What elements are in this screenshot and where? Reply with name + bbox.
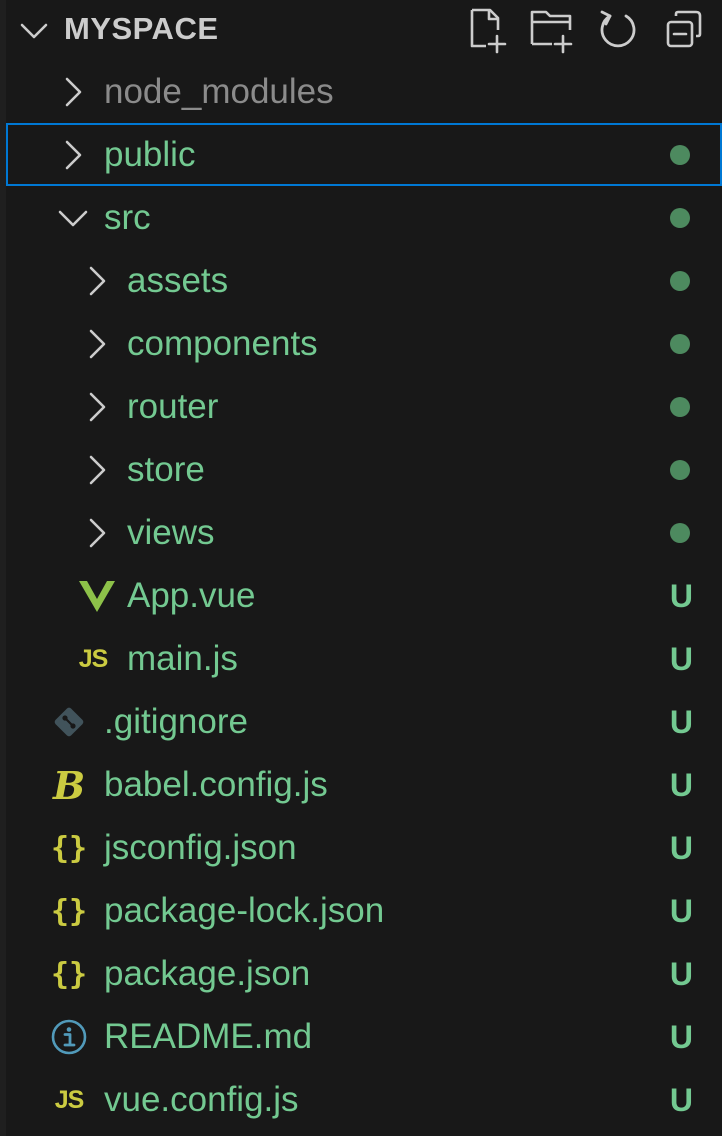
chevron-down-icon[interactable]: [56, 201, 90, 235]
chevron-right-icon[interactable]: [56, 75, 90, 109]
untracked-badge: U: [669, 893, 693, 929]
untracked-badge: U: [669, 1082, 693, 1118]
tree-item-label: babel.config.js: [104, 765, 328, 804]
tree-item-assets[interactable]: assets: [6, 249, 722, 312]
tree-item-label: main.js: [127, 639, 238, 678]
new-file-icon[interactable]: [462, 6, 510, 54]
tree-item-label: router: [127, 387, 219, 426]
untracked-badge: U: [669, 767, 693, 803]
untracked-badge: U: [669, 641, 693, 677]
chevron-right-icon[interactable]: [80, 516, 114, 550]
tree-item-public[interactable]: public: [6, 123, 722, 186]
file-explorer: MYSPACE node_modules public src assets c…: [0, 0, 722, 1136]
tree-item-label: public: [104, 135, 196, 174]
tree-item-readme[interactable]: README.md U: [6, 1005, 722, 1068]
tree-item-label: README.md: [104, 1017, 313, 1056]
tree-item-src[interactable]: src: [6, 186, 722, 249]
modified-dot-icon: [670, 145, 690, 165]
untracked-badge: U: [669, 956, 693, 992]
tree-item-label: vue.config.js: [104, 1080, 299, 1119]
tree-item-label: package.json: [104, 954, 311, 993]
modified-dot-icon: [670, 397, 690, 417]
json-icon: {}: [50, 893, 88, 929]
modified-dot-icon: [670, 334, 690, 354]
tree-item-app-vue[interactable]: App.vue U: [6, 564, 722, 627]
tree-item-components[interactable]: components: [6, 312, 722, 375]
js-icon: JS: [78, 644, 109, 673]
header-actions: [462, 6, 722, 56]
tree-item-store[interactable]: store: [6, 438, 722, 501]
tree-item-package-lock[interactable]: {} package-lock.json U: [6, 879, 722, 942]
workspace-title[interactable]: MYSPACE: [64, 12, 219, 46]
tree-item-label: package-lock.json: [104, 891, 385, 930]
tree-item-package-json[interactable]: {} package.json U: [6, 942, 722, 1005]
untracked-badge: U: [669, 1019, 693, 1055]
new-folder-icon[interactable]: [528, 6, 576, 54]
tree-item-gitignore[interactable]: .gitignore U: [6, 690, 722, 753]
tree-item-jsconfig[interactable]: {} jsconfig.json U: [6, 816, 722, 879]
info-icon: [50, 1018, 88, 1056]
modified-dot-icon: [670, 271, 690, 291]
tree-item-label: assets: [127, 261, 229, 300]
chevron-right-icon[interactable]: [80, 390, 114, 424]
modified-dot-icon: [670, 208, 690, 228]
explorer-header: MYSPACE: [0, 0, 722, 60]
modified-dot-icon: [670, 523, 690, 543]
refresh-icon[interactable]: [594, 6, 642, 54]
vue-icon: [78, 577, 116, 615]
tree-item-main-js[interactable]: JS main.js U: [6, 627, 722, 690]
untracked-badge: U: [669, 704, 693, 740]
tree-item-label: components: [127, 324, 318, 363]
chevron-right-icon[interactable]: [56, 138, 90, 172]
tree-item-label: views: [127, 513, 215, 552]
chevron-right-icon[interactable]: [80, 453, 114, 487]
tree-item-label: jsconfig.json: [104, 828, 297, 867]
tree-item-node-modules[interactable]: node_modules: [6, 60, 722, 123]
chevron-down-icon[interactable]: [18, 15, 50, 47]
tree-item-label: .gitignore: [104, 702, 248, 741]
tree-item-babel-config[interactable]: B babel.config.js U: [6, 753, 722, 816]
tree-item-label: node_modules: [104, 72, 334, 111]
js-icon: JS: [54, 1085, 85, 1114]
json-icon: {}: [50, 830, 88, 866]
tree-item-router[interactable]: router: [6, 375, 722, 438]
tree-item-label: App.vue: [127, 576, 256, 615]
tree-item-vue-config[interactable]: JS vue.config.js U: [6, 1068, 722, 1131]
modified-dot-icon: [670, 460, 690, 480]
json-icon: {}: [50, 956, 88, 992]
tree-item-label: src: [104, 198, 151, 237]
chevron-right-icon[interactable]: [80, 264, 114, 298]
chevron-right-icon[interactable]: [80, 327, 114, 361]
untracked-badge: U: [669, 578, 693, 614]
tree-item-views[interactable]: views: [6, 501, 722, 564]
tree-item-label: store: [127, 450, 205, 489]
untracked-badge: U: [669, 830, 693, 866]
git-icon: [50, 703, 88, 741]
collapse-all-icon[interactable]: [662, 6, 710, 54]
babel-icon: B: [52, 762, 86, 808]
